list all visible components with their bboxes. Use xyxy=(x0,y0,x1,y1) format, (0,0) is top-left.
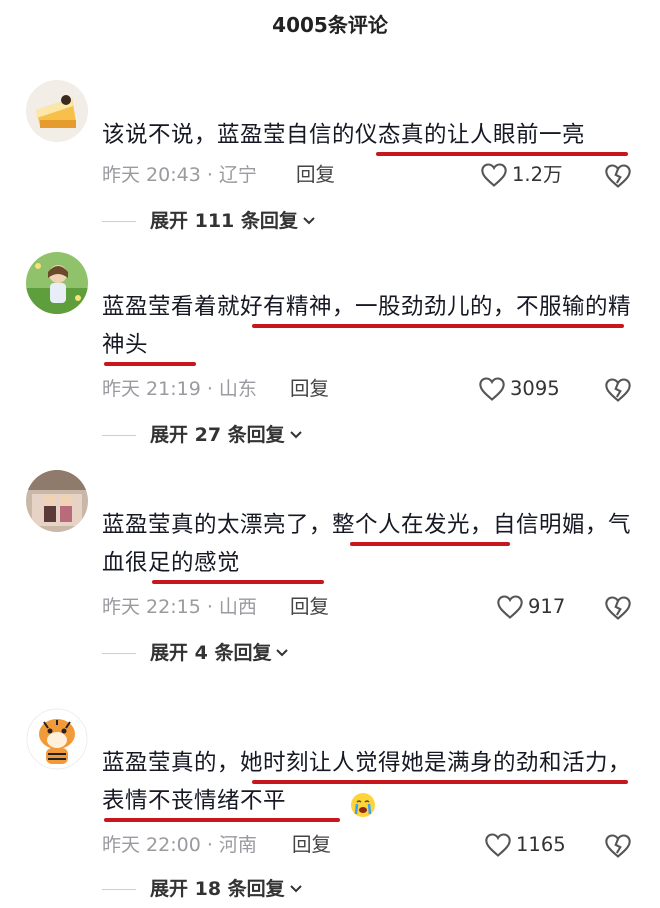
avatar[interactable] xyxy=(26,470,88,532)
avatar[interactable] xyxy=(26,252,88,314)
chevron-down-icon xyxy=(289,431,302,439)
highlight-underline xyxy=(152,580,324,584)
avatar[interactable] xyxy=(26,708,88,770)
divider-line xyxy=(102,888,136,890)
like-count: 1165 xyxy=(516,833,566,856)
expand-replies-button[interactable]: 展开 111 条回复 xyxy=(102,206,316,236)
like-button[interactable]: 1.2万 xyxy=(480,160,563,190)
reply-button[interactable]: 回复 xyxy=(290,374,329,404)
reply-button[interactable]: 回复 xyxy=(296,160,335,190)
highlight-underline xyxy=(350,542,510,546)
comment-time: 昨天 22:15 xyxy=(102,596,201,618)
highlight-underline xyxy=(104,818,340,822)
comment-location: 辽宁 xyxy=(218,164,257,186)
expand-label: 展开 27 条回复 xyxy=(150,424,285,446)
reply-button[interactable]: 回复 xyxy=(292,830,331,860)
expand-label: 展开 4 条回复 xyxy=(150,642,272,664)
highlight-underline xyxy=(104,362,196,366)
dislike-icon[interactable] xyxy=(604,162,632,190)
comment-location: 山西 xyxy=(218,596,257,618)
expand-label: 展开 111 条回复 xyxy=(150,210,298,232)
dislike-icon[interactable] xyxy=(604,832,632,860)
heart-icon xyxy=(481,163,507,187)
comment-meta: 昨天 20:43 · 辽宁 xyxy=(102,164,257,186)
comment-location: 河南 xyxy=(218,834,257,856)
dislike-icon[interactable] xyxy=(604,594,632,622)
chevron-down-icon xyxy=(276,649,289,657)
like-count: 1.2万 xyxy=(512,163,563,186)
avatar[interactable] xyxy=(26,80,88,142)
crying-emoji-icon xyxy=(351,793,375,817)
comments-header: 4005条评论 xyxy=(0,0,660,50)
heart-icon xyxy=(479,377,505,401)
comment-location: 山东 xyxy=(218,378,257,400)
expand-label: 展开 18 条回复 xyxy=(150,878,285,900)
like-count: 917 xyxy=(528,595,566,618)
comment-time: 昨天 21:19 xyxy=(102,378,201,400)
expand-replies-button[interactable]: 展开 4 条回复 xyxy=(102,638,289,668)
comment-text: 该说不说，蓝盈莹自信的仪态真的让人眼前一亮 xyxy=(102,122,586,148)
comment-time: 昨天 20:43 xyxy=(102,164,201,186)
like-count: 3095 xyxy=(510,377,560,400)
comments-count-title: 4005条评论 xyxy=(272,13,388,37)
comment-meta: 昨天 22:00 · 河南 xyxy=(102,834,257,856)
highlight-underline xyxy=(252,780,628,784)
highlight-underline xyxy=(252,324,624,328)
comment-time: 昨天 22:00 xyxy=(102,834,201,856)
like-button[interactable]: 3095 xyxy=(478,374,560,404)
comment-meta: 昨天 21:19 · 山东 xyxy=(102,378,257,400)
expand-replies-button[interactable]: 展开 27 条回复 xyxy=(102,420,303,450)
like-button[interactable]: 917 xyxy=(496,592,565,622)
divider-line xyxy=(102,652,136,654)
divider-line xyxy=(102,434,136,436)
chevron-down-icon xyxy=(303,217,315,225)
heart-icon xyxy=(497,595,523,619)
dislike-icon[interactable] xyxy=(604,376,632,404)
heart-icon xyxy=(485,833,511,857)
highlight-underline xyxy=(376,152,628,156)
divider-line xyxy=(102,220,136,222)
like-button[interactable]: 1165 xyxy=(484,830,566,860)
comment-meta: 昨天 22:15 · 山西 xyxy=(102,596,257,618)
chevron-down-icon xyxy=(289,885,302,893)
reply-button[interactable]: 回复 xyxy=(290,592,329,622)
expand-replies-button[interactable]: 展开 18 条回复 xyxy=(102,874,303,904)
